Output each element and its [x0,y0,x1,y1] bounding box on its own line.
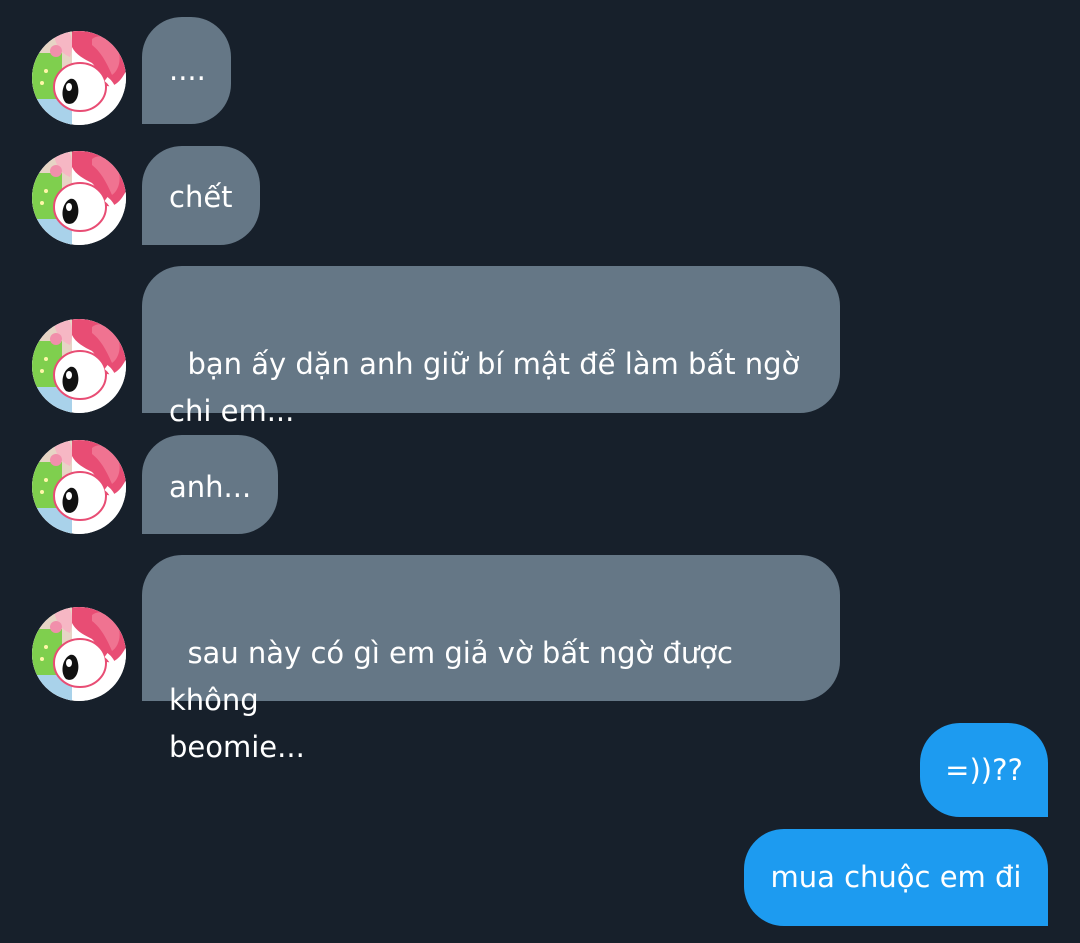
message-text: =))?? [945,752,1023,787]
message-text: sau này có gì em giả vờ bất ngờ được khô… [169,636,733,764]
incoming-message-bubble[interactable]: sau này có gì em giả vờ bất ngờ được khô… [142,555,840,764]
contact-avatar[interactable] [32,151,126,245]
incoming-message-bubble[interactable]: bạn ấy dặn anh giữ bí mật để làm bất ngờ… [142,266,840,428]
incoming-message-bubble[interactable]: chết [142,146,260,245]
message-text: bạn ấy dặn anh giữ bí mật để làm bất ngờ… [169,347,800,428]
outgoing-message-bubble[interactable]: =))?? [920,723,1048,817]
incoming-message-bubble[interactable]: .... [142,17,231,124]
my-melody-avatar-icon [32,440,126,534]
contact-avatar[interactable] [32,607,126,701]
my-melody-avatar-icon [32,607,126,701]
message-text: anh... [169,470,252,504]
contact-avatar[interactable] [32,319,126,413]
message-text: .... [169,53,206,87]
my-melody-avatar-icon [32,319,126,413]
incoming-message-bubble[interactable]: anh... [142,435,278,534]
outgoing-message-bubble[interactable]: mua chuộc em đi [744,829,1048,926]
my-melody-avatar-icon [32,31,126,125]
my-melody-avatar-icon [32,151,126,245]
contact-avatar[interactable] [32,440,126,534]
message-text: chết [169,180,233,214]
message-text: mua chuộc em đi [770,860,1022,894]
contact-avatar[interactable] [32,31,126,125]
